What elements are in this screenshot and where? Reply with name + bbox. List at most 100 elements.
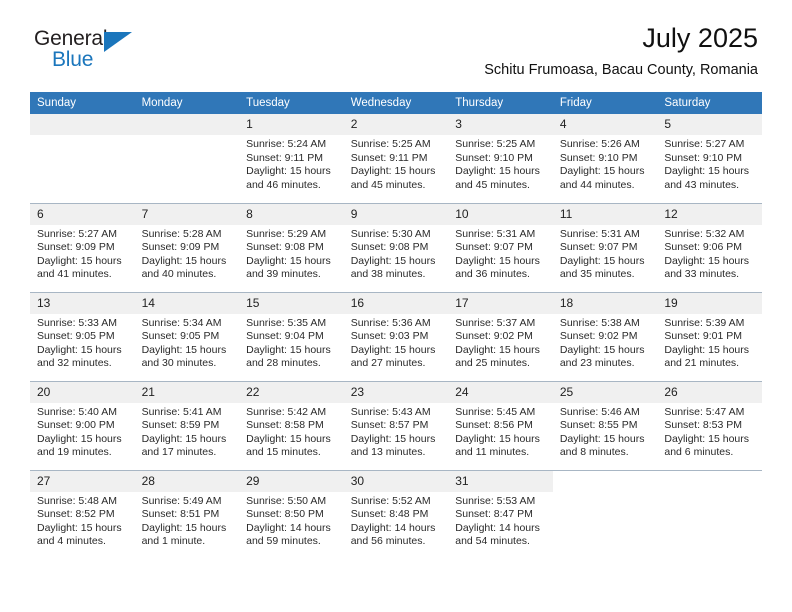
sunset-text: Sunset: 8:53 PM — [664, 419, 743, 432]
daylight-text-line1: Daylight: 14 hours — [350, 521, 436, 534]
day-number: 26 — [657, 381, 762, 403]
calendar-day-cell[interactable]: 27 Sunrise: 5:48 AM Sunset: 8:52 PM Dayligh… — [30, 469, 135, 559]
sunrise-text: Sunrise: 5:52 AM — [350, 494, 431, 507]
day-number: 12 — [657, 203, 762, 225]
calendar-day-cell[interactable]: 12 Sunrise: 5:32 AM Sunset: 9:06 PM Dayligh… — [657, 202, 762, 292]
title-block: July 2025 Schitu Frumoasa, Bacau County,… — [484, 22, 758, 80]
sunset-text: Sunset: 8:59 PM — [141, 419, 220, 432]
calendar-day-cell[interactable]: 22 Sunrise: 5:42 AM Sunset: 8:58 PM Dayligh… — [239, 380, 344, 470]
weekday-header-friday: Friday — [552, 92, 658, 114]
daylight-text-line1: Daylight: 15 hours — [141, 432, 227, 445]
daylight-text-line1: Daylight: 14 hours — [246, 521, 331, 534]
daylight-text-line1: Daylight: 15 hours — [246, 343, 331, 356]
daylight-text-line2: and 46 minutes. — [246, 178, 321, 191]
calendar-day-cell[interactable]: 17 Sunrise: 5:37 AM Sunset: 9:02 PM Dayligh… — [448, 291, 553, 381]
sunset-text: Sunset: 9:04 PM — [246, 330, 324, 343]
day-number: 14 — [134, 292, 240, 314]
day-cell-inner: 23 Sunrise: 5:43 AM Sunset: 8:57 PM Dayligh… — [343, 381, 449, 470]
page-subtitle: Schitu Frumoasa, Bacau County, Romania — [484, 62, 758, 78]
daylight-text-line2: and 8 minutes. — [559, 446, 629, 459]
calendar-day-cell[interactable]: 16 Sunrise: 5:36 AM Sunset: 9:03 PM Dayligh… — [343, 291, 449, 381]
daylight-text-line1: Daylight: 15 hours — [455, 254, 540, 267]
sunset-text: Sunset: 9:08 PM — [350, 241, 429, 254]
sunset-text: Sunset: 8:48 PM — [350, 508, 429, 521]
day-details: Sunrise: 5:32 AM Sunset: 9:06 PM Daylight:… — [657, 225, 762, 282]
calendar-day-cell[interactable]: 14 Sunrise: 5:34 AM Sunset: 9:05 PM Dayligh… — [134, 291, 240, 381]
sunset-text: Sunset: 9:11 PM — [350, 151, 428, 164]
calendar-day-cell[interactable]: 15 Sunrise: 5:35 AM Sunset: 9:04 PM Dayligh… — [239, 291, 344, 381]
calendar-day-cell[interactable]: 26 Sunrise: 5:47 AM Sunset: 8:53 PM Dayligh… — [657, 380, 762, 470]
sunrise-text: Sunrise: 5:36 AM — [350, 316, 431, 329]
day-number: 25 — [552, 381, 658, 403]
day-details: Sunrise: 5:28 AM Sunset: 9:09 PM Daylight:… — [135, 225, 240, 282]
day-cell-inner: 13 Sunrise: 5:33 AM Sunset: 9:05 PM Dayligh… — [30, 292, 135, 381]
calendar-empty-cell — [30, 114, 135, 203]
sunset-text: Sunset: 9:09 PM — [141, 241, 220, 254]
day-number: 7 — [134, 203, 240, 225]
day-number: 30 — [343, 470, 449, 492]
calendar-day-cell[interactable]: 10 Sunrise: 5:31 AM Sunset: 9:07 PM Dayligh… — [448, 202, 553, 292]
day-number: 13 — [30, 292, 135, 314]
calendar-day-cell[interactable]: 4 Sunrise: 5:26 AM Sunset: 9:10 PM Daylight… — [552, 114, 658, 203]
day-number: 19 — [657, 292, 762, 314]
calendar-day-cell[interactable]: 19 Sunrise: 5:39 AM Sunset: 9:01 PM Dayligh… — [657, 291, 762, 381]
calendar-day-cell[interactable]: 5 Sunrise: 5:27 AM Sunset: 9:10 PM Daylight… — [657, 114, 762, 203]
daylight-text-line2: and 54 minutes. — [455, 535, 530, 548]
calendar-day-cell[interactable]: 21 Sunrise: 5:41 AM Sunset: 8:59 PM Dayligh… — [134, 380, 240, 470]
day-details: Sunrise: 5:41 AM Sunset: 8:59 PM Daylight:… — [135, 403, 240, 460]
daylight-text-line2: and 45 minutes. — [350, 178, 426, 191]
day-details: Sunrise: 5:26 AM Sunset: 9:10 PM Daylight:… — [553, 135, 658, 192]
calendar-week-row: 27 Sunrise: 5:48 AM Sunset: 8:52 PM Dayligh… — [30, 469, 762, 559]
calendar-day-cell[interactable]: 18 Sunrise: 5:38 AM Sunset: 9:02 PM Dayligh… — [552, 291, 658, 381]
day-number: 23 — [343, 381, 449, 403]
calendar-day-cell[interactable]: 6 Sunrise: 5:27 AM Sunset: 9:09 PM Daylight… — [30, 202, 135, 292]
day-cell-inner — [657, 471, 762, 559]
calendar-day-cell[interactable]: 3 Sunrise: 5:25 AM Sunset: 9:10 PM Daylight… — [448, 114, 553, 203]
calendar-empty-cell — [657, 469, 762, 559]
calendar-day-cell[interactable]: 11 Sunrise: 5:31 AM Sunset: 9:07 PM Dayligh… — [552, 202, 658, 292]
calendar-day-cell[interactable]: 23 Sunrise: 5:43 AM Sunset: 8:57 PM Dayligh… — [343, 380, 449, 470]
sunset-text: Sunset: 9:09 PM — [37, 241, 115, 254]
calendar-day-cell[interactable]: 8 Sunrise: 5:29 AM Sunset: 9:08 PM Daylight… — [239, 202, 344, 292]
daylight-text-line1: Daylight: 15 hours — [141, 254, 227, 267]
calendar-day-cell[interactable]: 7 Sunrise: 5:28 AM Sunset: 9:09 PM Daylight… — [134, 202, 240, 292]
calendar-day-cell[interactable]: 13 Sunrise: 5:33 AM Sunset: 9:05 PM Dayligh… — [30, 291, 135, 381]
daylight-text-line1: Daylight: 15 hours — [246, 432, 331, 445]
page-title: July 2025 — [642, 23, 758, 53]
day-number: 28 — [134, 470, 240, 492]
calendar-day-cell[interactable]: 31 Sunrise: 5:53 AM Sunset: 8:47 PM Dayligh… — [448, 469, 553, 559]
sunset-text: Sunset: 8:56 PM — [455, 419, 533, 432]
sunrise-text: Sunrise: 5:27 AM — [37, 227, 117, 240]
sunset-text: Sunset: 9:03 PM — [350, 330, 429, 343]
day-details: Sunrise: 5:31 AM Sunset: 9:07 PM Daylight:… — [553, 225, 658, 282]
calendar-day-cell[interactable]: 1 Sunrise: 5:24 AM Sunset: 9:11 PM Daylight… — [239, 114, 344, 203]
calendar-day-cell[interactable]: 25 Sunrise: 5:46 AM Sunset: 8:55 PM Dayligh… — [552, 380, 658, 470]
daylight-text-line1: Daylight: 15 hours — [559, 432, 645, 445]
day-number: 6 — [30, 203, 135, 225]
daylight-text-line1: Daylight: 15 hours — [664, 165, 750, 178]
calendar-day-cell[interactable]: 24 Sunrise: 5:45 AM Sunset: 8:56 PM Dayligh… — [448, 380, 553, 470]
daylight-text-line1: Daylight: 15 hours — [141, 521, 227, 534]
day-cell-inner — [134, 114, 240, 202]
day-number: 15 — [239, 292, 344, 314]
logo-triangle-icon — [104, 32, 132, 52]
day-number: 1 — [239, 114, 344, 135]
calendar-day-cell[interactable]: 30 Sunrise: 5:52 AM Sunset: 8:48 PM Dayligh… — [343, 469, 449, 559]
calendar-day-cell[interactable]: 28 Sunrise: 5:49 AM Sunset: 8:51 PM Dayligh… — [134, 469, 240, 559]
calendar-day-cell[interactable]: 20 Sunrise: 5:40 AM Sunset: 9:00 PM Dayligh… — [30, 380, 135, 470]
day-number: 3 — [448, 114, 553, 135]
calendar-day-cell[interactable]: 2 Sunrise: 5:25 AM Sunset: 9:11 PM Daylight… — [343, 114, 449, 203]
sunset-text: Sunset: 9:10 PM — [559, 151, 638, 164]
daylight-text-line2: and 45 minutes. — [455, 178, 530, 191]
daylight-text-line1: Daylight: 15 hours — [664, 432, 750, 445]
calendar-day-cell[interactable]: 9 Sunrise: 5:30 AM Sunset: 9:08 PM Daylight… — [343, 202, 449, 292]
day-cell-inner: 10 Sunrise: 5:31 AM Sunset: 9:07 PM Dayligh… — [448, 203, 553, 292]
day-number: 9 — [343, 203, 449, 225]
day-details: Sunrise: 5:27 AM Sunset: 9:10 PM Daylight:… — [657, 135, 762, 192]
day-cell-inner: 4 Sunrise: 5:26 AM Sunset: 9:10 PM Daylight… — [552, 114, 658, 202]
daylight-text-line1: Daylight: 14 hours — [455, 521, 540, 534]
sunrise-text: Sunrise: 5:39 AM — [664, 316, 745, 329]
calendar-day-cell[interactable]: 29 Sunrise: 5:50 AM Sunset: 8:50 PM Dayligh… — [239, 469, 344, 559]
daylight-text-line1: Daylight: 15 hours — [350, 432, 436, 445]
daylight-text-line1: Daylight: 15 hours — [664, 343, 750, 356]
